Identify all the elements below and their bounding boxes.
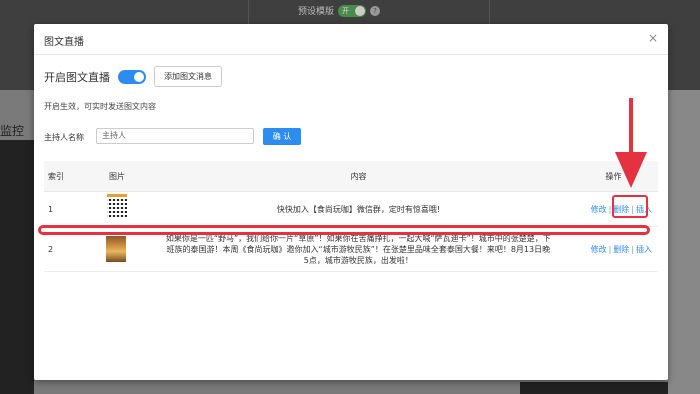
insert-position-highlight bbox=[38, 225, 650, 235]
header-index: 索引 bbox=[48, 171, 64, 181]
hint-text: 开启生效，可实时发送图文内容 bbox=[44, 102, 156, 111]
edit-link[interactable]: 修改 bbox=[591, 205, 607, 214]
confirm-button[interactable]: 确 认 bbox=[263, 128, 301, 145]
background-right-panel bbox=[668, 90, 700, 394]
annotation-arrow-down-icon bbox=[615, 152, 647, 188]
poster-image bbox=[105, 236, 126, 262]
live-text-modal: 图文直播 × 开启图文直播 添加图文消息 开启生效，可实时发送图文内容 主持人名… bbox=[34, 24, 668, 380]
annotation-arrow-shaft bbox=[629, 98, 633, 158]
table-row: 1 快快加入【食尚玩咖】微信群，定时有惊喜哦! 修改 | 删除 | 插入 bbox=[44, 192, 658, 227]
qr-code-pattern bbox=[107, 197, 127, 217]
action-separator: | bbox=[608, 244, 612, 254]
row-content: 如果你是一匹“野马”，我们给你一片“草原”！如果你在苦痛挣扎，一起大喊“萨瓦迪卡… bbox=[165, 233, 551, 265]
host-name-input[interactable]: 主持人 bbox=[96, 128, 254, 144]
preview-template-toggle: 开 bbox=[338, 4, 367, 17]
message-table: 索引 图片 内容 操作 1 快快加入【食尚玩咖】微信群，定时有惊喜哦! 修改 | 删… bbox=[44, 161, 658, 272]
row-actions: 修改 | 删除 | 插入 bbox=[557, 244, 658, 255]
background-bottom-panel bbox=[520, 382, 668, 394]
background-monitor-label: 监控 bbox=[0, 124, 25, 138]
insert-link-highlight-box bbox=[612, 195, 648, 218]
background-preview-template: 预设模版 开 ? bbox=[298, 4, 381, 17]
action-separator: | bbox=[631, 244, 634, 254]
enable-live-switch[interactable] bbox=[118, 69, 146, 84]
row-index: 2 bbox=[48, 244, 54, 254]
row-image-cell bbox=[72, 236, 160, 262]
row-content: 快快加入【食尚玩咖】微信群，定时有惊喜哦! bbox=[276, 204, 441, 214]
enable-live-label: 开启图文直播 bbox=[44, 70, 110, 84]
background-video-panel bbox=[0, 140, 34, 394]
edit-link[interactable]: 修改 bbox=[591, 245, 607, 254]
switch-knob bbox=[134, 71, 144, 82]
close-icon[interactable]: × bbox=[648, 31, 658, 45]
header-content: 内容 bbox=[350, 171, 367, 181]
host-name-label: 主持人名称 bbox=[44, 133, 84, 142]
enable-row: 开启图文直播 添加图文消息 bbox=[44, 66, 222, 87]
row-image-cell bbox=[72, 194, 162, 221]
table-header: 索引 图片 内容 操作 bbox=[44, 161, 658, 192]
modal-title: 图文直播 bbox=[44, 37, 84, 48]
row-index: 1 bbox=[48, 204, 54, 214]
delete-link[interactable]: 删除 bbox=[613, 245, 629, 254]
qr-code-image bbox=[107, 194, 127, 221]
insert-link[interactable]: 插入 bbox=[636, 245, 652, 254]
preview-template-label: 预设模版 bbox=[298, 7, 335, 17]
modal-header: 图文直播 × bbox=[34, 24, 668, 55]
add-message-button[interactable]: 添加图文消息 bbox=[154, 66, 222, 87]
help-icon: ? bbox=[370, 5, 381, 16]
header-image: 图片 bbox=[109, 171, 125, 181]
action-separator: | bbox=[608, 204, 612, 214]
